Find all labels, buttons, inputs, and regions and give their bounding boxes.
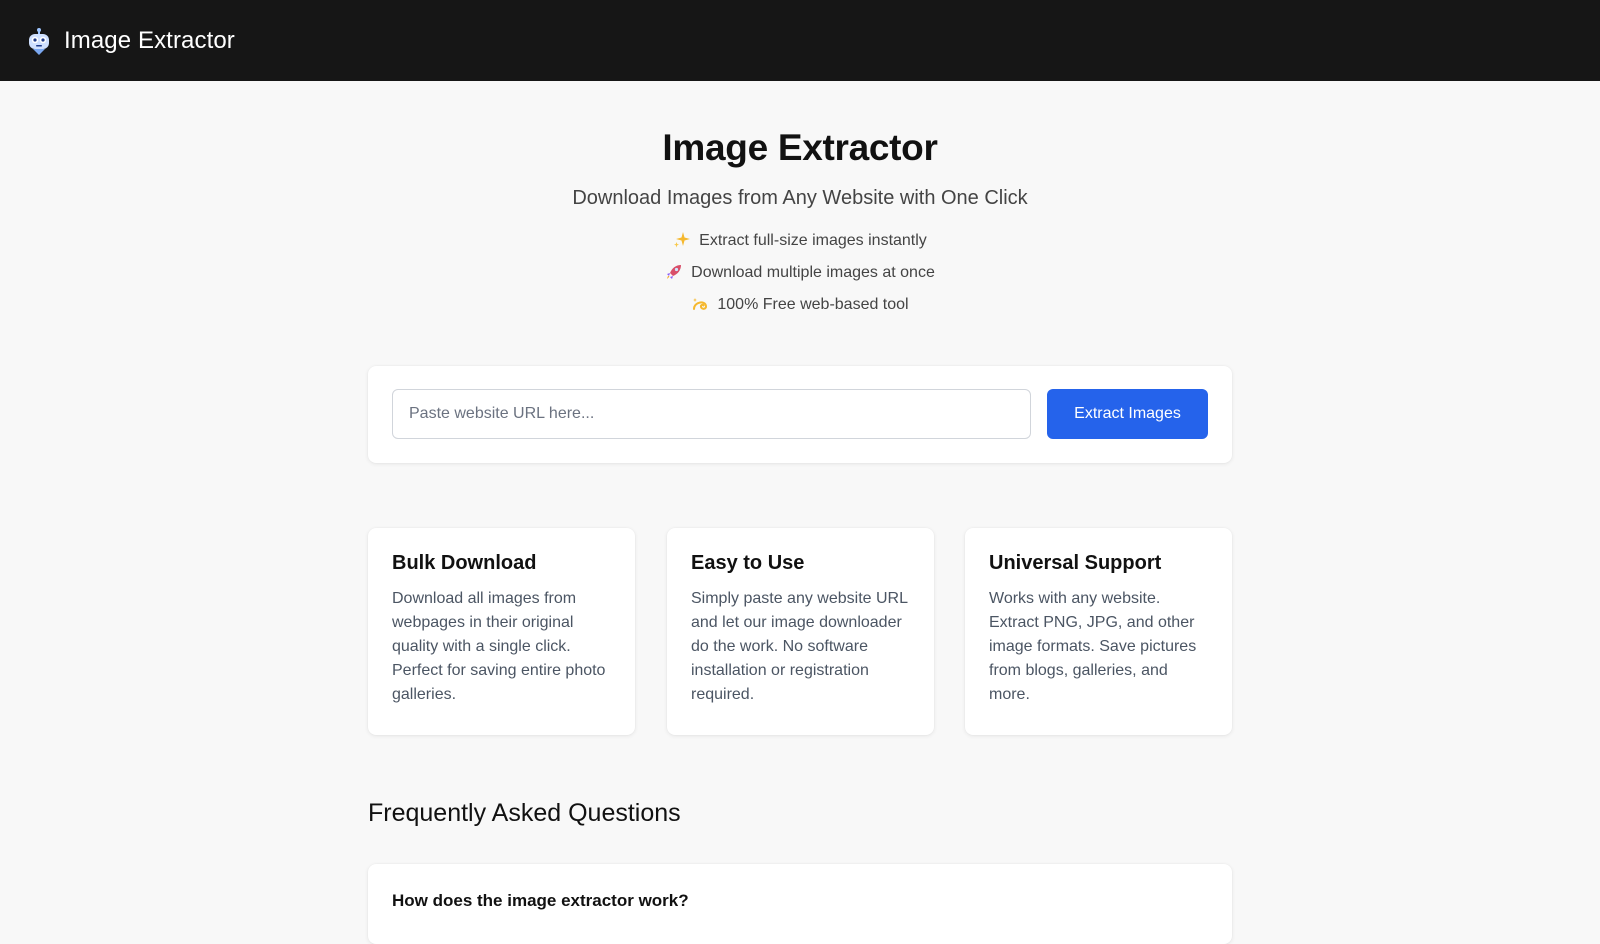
feature-text: 100% Free web-based tool [717, 296, 909, 313]
robot-icon[interactable] [26, 26, 52, 56]
faq-heading: Frequently Asked Questions [368, 799, 681, 827]
card-text: Download all images from webpages in the… [392, 590, 606, 703]
card-text: Works with any website. Extract PNG, JPG… [989, 590, 1197, 703]
sparkles-icon [673, 231, 691, 249]
brand-title[interactable]: Image Extractor [64, 27, 235, 55]
card-title: Bulk Download [392, 552, 537, 574]
feature-item: Extract full-size images instantly [0, 231, 1600, 263]
rocket-icon [665, 263, 683, 281]
card-title: Universal Support [989, 552, 1162, 574]
feature-text: Extract full-size images instantly [699, 232, 927, 249]
hero-subtitle: Download Images from Any Website with On… [572, 187, 1028, 209]
feature-text: Download multiple images at once [691, 264, 935, 281]
feature-highlights: Extract full-size images instantly Downl… [0, 231, 1600, 327]
faq-item[interactable]: How does the image extractor work? [368, 864, 1232, 944]
url-search-card: Extract Images [368, 366, 1232, 463]
feature-item: 100% Free web-based tool [0, 295, 1600, 327]
url-input[interactable] [392, 389, 1031, 439]
feature-card-bulk-download: Bulk Download Download all images from w… [368, 528, 635, 735]
top-nav-bar: Image Extractor [0, 0, 1600, 81]
extract-images-button[interactable]: Extract Images [1047, 389, 1208, 439]
card-title: Easy to Use [691, 552, 805, 574]
card-text: Simply paste any website URL and let our… [691, 590, 908, 703]
hero-title: Image Extractor [662, 127, 938, 168]
dizzy-icon [691, 295, 709, 313]
feature-card-universal-support: Universal Support Works with any website… [965, 528, 1232, 735]
faq-question[interactable]: How does the image extractor work? [392, 891, 689, 911]
feature-card-easy-to-use: Easy to Use Simply paste any website URL… [667, 528, 934, 735]
feature-item: Download multiple images at once [0, 263, 1600, 295]
